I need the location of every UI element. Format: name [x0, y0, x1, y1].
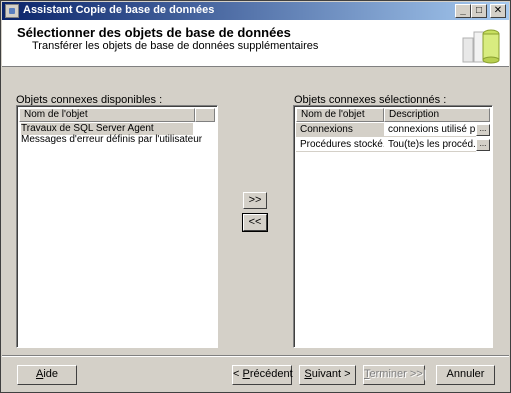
database-wizard-icon: [462, 29, 500, 64]
column-header-description[interactable]: Description: [384, 108, 490, 122]
next-accelerator: S: [304, 368, 312, 380]
cancel-button[interactable]: Annuler: [436, 365, 495, 385]
page-title: Sélectionner des objets de base de donné…: [17, 25, 291, 40]
available-objects-list[interactable]: Nom de l'objet Travaux de SQL Server Age…: [16, 105, 218, 348]
table-cell-object-name[interactable]: Connexions: [296, 123, 384, 137]
browse-button[interactable]: ...: [476, 124, 490, 136]
wizard-window: Assistant Copie de base de données _ □ ✕…: [0, 0, 511, 393]
help-label: ide: [43, 368, 59, 380]
previous-label: récédent: [249, 368, 293, 380]
help-button[interactable]: Aide: [17, 365, 77, 385]
footer-separator: [2, 355, 509, 357]
table-cell-object-name[interactable]: Procédures stocké...: [296, 138, 384, 152]
browse-button[interactable]: ...: [476, 139, 490, 151]
app-icon: [5, 4, 19, 18]
table-cell-description[interactable]: connexions utilisé p...: [384, 123, 476, 137]
add-objects-button[interactable]: >>: [243, 192, 267, 209]
column-header-object-name[interactable]: Nom de l'objet: [296, 108, 384, 122]
list-item-available[interactable]: Messages d'erreur définis par l'utilisat…: [21, 134, 211, 146]
previous-accelerator: P: [242, 368, 250, 380]
selected-objects-grid[interactable]: Nom de l'objet Description Connexions co…: [293, 105, 493, 348]
next-button[interactable]: Suivant >: [299, 365, 356, 385]
next-label: uivant >: [311, 368, 351, 380]
finish-button[interactable]: Terminer >>|: [363, 365, 426, 385]
column-header-object-name[interactable]: Nom de l'objet: [19, 108, 195, 122]
window-title: Assistant Copie de base de données: [23, 4, 215, 16]
page-subtitle: Transférer les objets de base de données…: [32, 40, 319, 52]
title-bar[interactable]: Assistant Copie de base de données _ □ ✕: [2, 2, 509, 20]
close-button[interactable]: ✕: [490, 4, 506, 18]
remove-objects-button[interactable]: <<: [242, 213, 268, 232]
previous-button[interactable]: < Précédent: [232, 365, 293, 385]
maximize-button[interactable]: □: [471, 4, 487, 18]
finish-label: erminer >>|: [369, 368, 426, 380]
wizard-header: Sélectionner des objets de base de donné…: [2, 20, 509, 67]
list-item-label: Travaux de SQL Server Agent: [21, 123, 154, 134]
table-cell-description[interactable]: Tou(te)s les procéd...: [384, 138, 476, 152]
list-item-label: Messages d'erreur définis par l'utilisat…: [21, 134, 203, 145]
minimize-button[interactable]: _: [455, 4, 471, 18]
column-header-filler: [195, 108, 215, 122]
